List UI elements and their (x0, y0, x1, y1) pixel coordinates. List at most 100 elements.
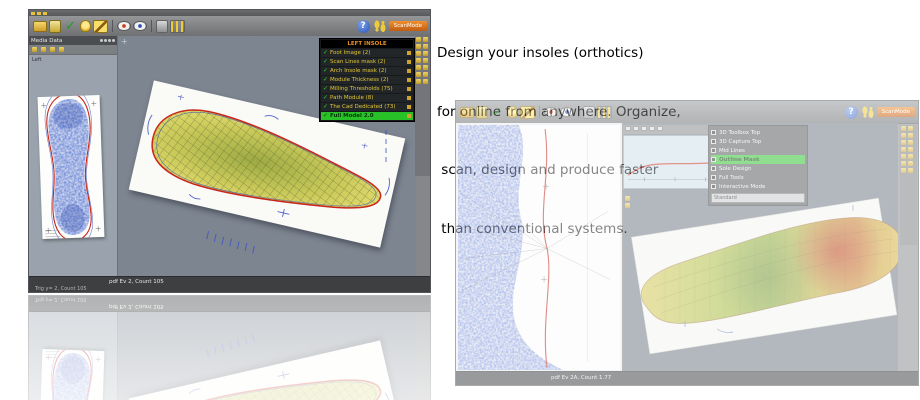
check-icon[interactable]: ✓ (63, 20, 78, 33)
tool-icon[interactable] (416, 51, 421, 56)
wrench-icon[interactable] (583, 106, 595, 119)
checkbox-icon[interactable] (711, 148, 716, 153)
eye-blue-icon[interactable] (560, 107, 574, 117)
foot-scan-panel[interactable] (456, 123, 623, 372)
tool-icon[interactable] (423, 79, 428, 84)
preview-tool-icon[interactable] (657, 126, 663, 131)
media-panel-header[interactable]: Media Data (29, 36, 117, 45)
tool-icon[interactable] (901, 133, 906, 138)
titlebar-icon[interactable] (43, 12, 47, 15)
layer-action-icon[interactable] (407, 51, 411, 55)
layer-action-icon[interactable] (407, 114, 411, 118)
tool-icon[interactable] (901, 161, 906, 166)
levels-icon[interactable] (597, 106, 612, 119)
tool-icon[interactable] (423, 37, 428, 42)
layer-row[interactable]: ✓The Cad Dedicated (73) (321, 103, 413, 111)
layer-row[interactable]: ✓Path Module (8) (321, 94, 413, 102)
tool-icon[interactable] (416, 79, 421, 84)
pencil-icon[interactable] (93, 20, 108, 33)
option-row[interactable]: Full Tools (711, 173, 805, 182)
option-row[interactable]: 3D Capture Top (711, 137, 805, 146)
checkbox-icon[interactable] (711, 130, 716, 135)
check-icon[interactable]: ✓ (490, 106, 505, 119)
layer-action-icon[interactable] (407, 96, 411, 100)
layer-action-icon[interactable] (407, 78, 411, 82)
option-row[interactable]: Sole Design (711, 164, 805, 173)
layer-action-icon[interactable] (407, 87, 411, 91)
pan-icon[interactable]: + (121, 37, 128, 46)
bulb-icon[interactable] (80, 20, 91, 32)
tool-icon[interactable] (423, 44, 428, 49)
checkbox-icon[interactable] (711, 166, 716, 171)
folder-icon[interactable] (460, 107, 474, 118)
window-control-dot[interactable] (108, 39, 111, 42)
footprints-icon[interactable] (372, 20, 388, 33)
tool-icon[interactable] (908, 133, 913, 138)
checkbox-icon[interactable] (711, 175, 716, 180)
help-icon[interactable]: ? (357, 20, 370, 33)
tool-icon[interactable] (423, 51, 428, 56)
tool-icon[interactable] (416, 72, 421, 77)
layer-row[interactable]: ✓Arch Insole mask (2) (321, 67, 413, 75)
insole-surface[interactable] (625, 191, 898, 359)
eye-red-icon[interactable] (117, 21, 131, 31)
layer-row[interactable]: ✓Scan Lines mask (2) (321, 58, 413, 66)
tool-icon[interactable] (901, 168, 906, 173)
tool-icon[interactable] (908, 168, 913, 173)
save-icon[interactable] (49, 20, 61, 33)
checkbox-icon[interactable] (711, 157, 716, 162)
window-controls[interactable] (100, 39, 115, 42)
media-tool-icon[interactable] (41, 47, 46, 52)
foot-scan-thumbnail[interactable] (38, 95, 105, 239)
scan-mode-badge-2[interactable]: ScanMode (877, 107, 915, 117)
media-tool-icon[interactable] (50, 47, 55, 52)
layer-row[interactable]: ✓Full Model 2.0 (321, 112, 413, 120)
preview-tool-icon[interactable] (633, 126, 639, 131)
eye-red-icon[interactable] (544, 107, 558, 117)
titlebar-icon[interactable] (37, 12, 41, 15)
preview-tool-icon[interactable] (641, 126, 647, 131)
preview-tool-icon[interactable] (649, 126, 655, 131)
tool-icon[interactable] (901, 126, 906, 131)
tool-icon[interactable] (416, 37, 421, 42)
wrench-icon[interactable] (156, 20, 168, 33)
tool-icon[interactable] (908, 140, 913, 145)
window-control-dot[interactable] (112, 39, 115, 42)
eye-blue-icon[interactable] (133, 21, 147, 31)
media-tool-icon[interactable] (59, 47, 64, 52)
scan-mode-badge[interactable]: ScanMode (389, 21, 427, 31)
tool-icon[interactable] (901, 154, 906, 159)
tool-icon[interactable] (908, 147, 913, 152)
layer-row[interactable]: ✓Module Thickness (2) (321, 76, 413, 84)
levels-icon[interactable] (170, 20, 185, 33)
checkbox-icon[interactable] (711, 184, 716, 189)
layer-row[interactable]: ✓Milling Thresholds (75) (321, 85, 413, 93)
window-control-dot[interactable] (104, 39, 107, 42)
save-icon[interactable] (476, 106, 488, 119)
layer-action-icon[interactable] (407, 60, 411, 64)
option-row[interactable]: 3D Toolbox Top (711, 128, 805, 137)
help-icon[interactable]: ? (845, 106, 858, 119)
tool-icon[interactable] (423, 65, 428, 70)
option-row[interactable]: Mid Lines (711, 146, 805, 155)
tool-icon[interactable] (416, 65, 421, 70)
tool-icon[interactable] (908, 126, 913, 131)
layer-action-icon[interactable] (407, 105, 411, 109)
option-row[interactable]: Interactive Mode (711, 182, 805, 191)
bulb-icon[interactable] (507, 106, 518, 118)
media-tool-icon[interactable] (32, 47, 37, 52)
tool-icon[interactable] (423, 58, 428, 63)
folder-icon[interactable] (33, 21, 47, 32)
layer-action-icon[interactable] (407, 69, 411, 73)
tool-icon[interactable] (908, 161, 913, 166)
tool-icon[interactable] (416, 58, 421, 63)
tool-icon[interactable] (423, 72, 428, 77)
titlebar-icon[interactable] (31, 12, 35, 15)
option-row[interactable]: Outline Mask (711, 155, 805, 164)
pencil-icon[interactable] (520, 106, 535, 119)
footprints-icon[interactable] (860, 106, 876, 119)
tool-icon[interactable] (901, 140, 906, 145)
tool-icon[interactable] (416, 44, 421, 49)
tool-icon[interactable] (908, 154, 913, 159)
checkbox-icon[interactable] (711, 139, 716, 144)
